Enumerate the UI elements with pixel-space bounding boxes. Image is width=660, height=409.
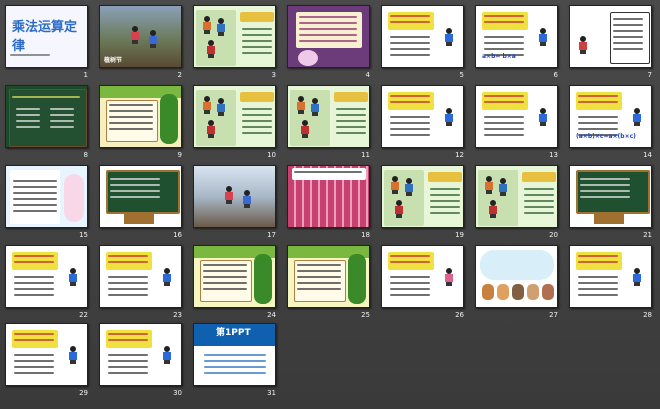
slide-thumbnail-23[interactable] [99, 245, 182, 308]
cartoon-kid-icon [538, 28, 548, 46]
cartoon-kid-icon [68, 268, 78, 286]
cartoon-kid-icon [206, 40, 216, 58]
cartoon-kid-icon [444, 28, 454, 46]
slide-thumbnail-30[interactable] [99, 323, 182, 386]
slide-thumbnail-20[interactable] [475, 165, 558, 228]
cartoon-kid-icon [206, 120, 216, 138]
slide-thumbnail-3[interactable] [193, 5, 276, 68]
slide-thumbnail-29[interactable] [5, 323, 88, 386]
slide-thumbnail-28[interactable] [569, 245, 652, 308]
slide-thumbnail-5[interactable] [381, 5, 464, 68]
slide-number: 26 [455, 311, 464, 319]
slide-number: 11 [361, 151, 370, 159]
slide-number: 15 [79, 231, 88, 239]
cartoon-kid-icon [394, 200, 404, 218]
cartoon-kid-icon [498, 178, 508, 196]
cartoon-kid-icon [224, 186, 234, 204]
cartoon-kid-icon [162, 346, 172, 364]
slide-number: 8 [83, 151, 88, 159]
slide-thumbnail-13[interactable] [475, 85, 558, 148]
slide-thumbnail-18[interactable] [287, 165, 370, 228]
slide-thumbnail-10[interactable] [193, 85, 276, 148]
slide-number: 6 [553, 71, 558, 79]
cartoon-kid-icon [202, 16, 212, 34]
cartoon-kid-icon [444, 268, 454, 286]
cartoon-kid-icon [632, 108, 642, 126]
cartoon-kid-icon [538, 108, 548, 126]
slide-number: 13 [549, 151, 558, 159]
slide-number: 29 [79, 389, 88, 397]
slide-number: 23 [173, 311, 182, 319]
slide-number: 19 [455, 231, 464, 239]
slide-number: 21 [643, 231, 652, 239]
slide-number: 28 [643, 311, 652, 319]
slide-formula: a×b= b×a [482, 53, 516, 60]
slide-thumbnail-4[interactable] [287, 5, 370, 68]
cartoon-kid-icon [216, 18, 226, 36]
photo-caption: 植树节 [104, 57, 123, 64]
cartoon-kid-icon [488, 200, 498, 218]
cartoon-kid-icon [202, 96, 212, 114]
slide-number: 9 [177, 151, 182, 159]
slide-thumbnail-12[interactable] [381, 85, 464, 148]
slide-sorter-grid: 乘法运算定律 1 植树节 2 3 4 5 a×b= b×a 6 7 8 9 10 11 12 13 (a×b)×… [2, 2, 660, 409]
slide-number: 12 [455, 151, 464, 159]
slide-thumbnail-24[interactable] [193, 245, 276, 308]
cartoon-kid-icon [130, 26, 140, 44]
slide-number: 4 [365, 71, 370, 79]
cartoon-kid-icon [310, 98, 320, 116]
slide-number: 16 [173, 231, 182, 239]
slide-thumbnail-2[interactable]: 植树节 [99, 5, 182, 68]
cartoon-kid-icon [242, 190, 252, 208]
slide-number: 31 [267, 389, 276, 397]
slide-thumbnail-31[interactable]: 第1PPT [193, 323, 276, 386]
slide-thumbnail-1[interactable]: 乘法运算定律 [5, 5, 88, 68]
slide-number: 14 [643, 151, 652, 159]
cartoon-kid-icon [296, 96, 306, 114]
slide-thumbnail-15[interactable] [5, 165, 88, 228]
cartoon-kid-icon [404, 178, 414, 196]
slide-number: 10 [267, 151, 276, 159]
slide-number: 22 [79, 311, 88, 319]
cartoon-kid-icon [632, 268, 642, 286]
slide-thumbnail-6[interactable]: a×b= b×a [475, 5, 558, 68]
slide-number: 27 [549, 311, 558, 319]
slide-thumbnail-22[interactable] [5, 245, 88, 308]
slide-thumbnail-27[interactable] [475, 245, 558, 308]
slide-number: 17 [267, 231, 276, 239]
slide-thumbnail-14[interactable]: (a×b)×c=a×(b×c) [569, 85, 652, 148]
cartoon-kid-icon [148, 30, 158, 48]
slide-thumbnail-17[interactable] [193, 165, 276, 228]
cartoon-kid-icon [484, 176, 494, 194]
slide-thumbnail-25[interactable] [287, 245, 370, 308]
slide-thumbnail-26[interactable] [381, 245, 464, 308]
slide-thumbnail-9[interactable] [99, 85, 182, 148]
cartoon-kid-icon [300, 120, 310, 138]
slide-thumbnail-11[interactable] [287, 85, 370, 148]
slide-thumbnail-19[interactable] [381, 165, 464, 228]
slide-thumbnail-21[interactable] [569, 165, 652, 228]
slide-number: 2 [177, 71, 182, 79]
slide-number: 25 [361, 311, 370, 319]
cartoon-kid-icon [68, 346, 78, 364]
slide-number: 30 [173, 389, 182, 397]
cartoon-kid-icon [578, 36, 588, 54]
slide-formula: (a×b)×c=a×(b×c) [576, 133, 636, 140]
cartoon-kid-icon [390, 176, 400, 194]
ppt-logo: 第1PPT [216, 328, 251, 338]
slide-thumbnail-8[interactable] [5, 85, 88, 148]
slide-number: 24 [267, 311, 276, 319]
cartoon-kid-icon [216, 98, 226, 116]
slide-number: 20 [549, 231, 558, 239]
slide-title: 乘法运算定律 [12, 20, 78, 54]
cartoon-kid-icon [444, 108, 454, 126]
slide-number: 1 [83, 71, 88, 79]
slide-thumbnail-7[interactable] [569, 5, 652, 68]
slide-number: 5 [459, 71, 464, 79]
slide-number: 18 [361, 231, 370, 239]
cartoon-kid-icon [162, 268, 172, 286]
slide-number: 3 [271, 71, 276, 79]
slide-number: 7 [647, 71, 652, 79]
slide-thumbnail-16[interactable] [99, 165, 182, 228]
